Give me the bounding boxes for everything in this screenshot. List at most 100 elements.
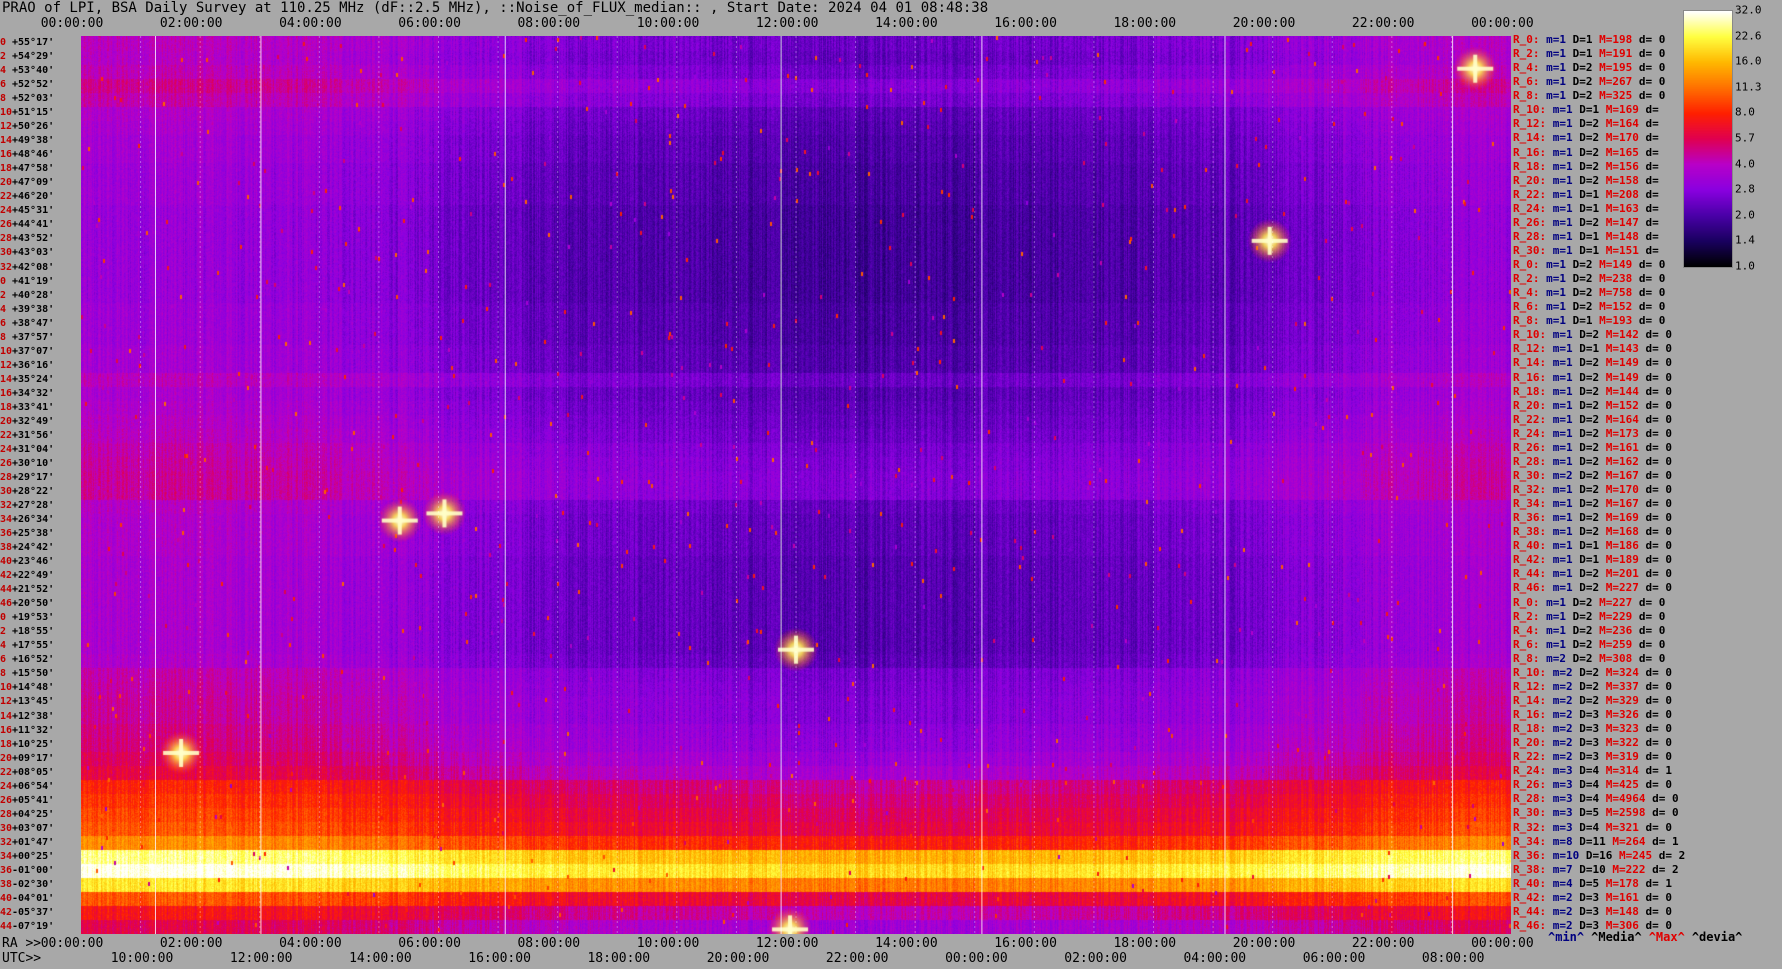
stat-dv: d= 0 (1645, 412, 1673, 426)
stat-m: m=1 (1546, 75, 1573, 89)
beam-index: 0 (0, 275, 7, 287)
declination-value: +12°38' (12, 710, 55, 722)
row-stat: R_32: m=1 D=2 M=170 d= 0 (1513, 483, 1672, 496)
stat-dv: d= 0 (1645, 398, 1673, 412)
declination-value: +11°32' (12, 724, 55, 736)
stat-dv: d= 0 (1638, 609, 1666, 623)
beam-index: 22 (0, 429, 13, 441)
stat-m: m=1 (1546, 47, 1573, 61)
stat-m: m=1 (1552, 187, 1580, 201)
row-stat: R_4: m=1 D=2 M=195 d= 0 (1513, 61, 1665, 74)
stat-M: M=170 (1605, 131, 1646, 145)
ra-axis-tick: 08:00:00 (517, 936, 581, 951)
stat-dv: d= 0 (1645, 553, 1673, 567)
beam-index: 14 (0, 373, 13, 385)
stat-M: M=156 (1605, 159, 1646, 173)
stat-r: R_4: (1513, 623, 1547, 637)
row-stat: R_30: m=1 D=1 M=151 d= (1513, 244, 1659, 257)
stat-dv: d= (1645, 243, 1659, 257)
declination-value: +19°53' (12, 612, 55, 624)
declination-label: 6 +38°47' (0, 317, 81, 331)
stat-m: m=2 (1546, 651, 1573, 665)
stat-r: R_16: (1513, 708, 1553, 721)
stat-d: D=3 (1579, 736, 1606, 750)
stat-r: R_44: (1513, 904, 1553, 918)
stat-m: m=7 (1552, 862, 1580, 876)
declination-value: -05°37' (12, 906, 55, 918)
declination-label: 28+29°17' (0, 471, 81, 485)
row-stat: R_22: m=1 D=2 M=164 d= 0 (1513, 413, 1672, 426)
beam-index: 4 (0, 65, 7, 77)
stat-d: D=3 (1579, 890, 1606, 904)
stat-M: M=149 (1605, 370, 1646, 384)
stat-dv: d= 0 (1645, 356, 1673, 370)
stat-d: D=1 (1572, 314, 1600, 328)
stat-dv: d= 0 (1645, 483, 1673, 496)
row-stat: R_16: m=1 D=2 M=165 d= (1513, 146, 1659, 159)
row-stat: R_8: m=2 D=2 M=308 d= 0 (1513, 652, 1665, 665)
stat-r: R_24: (1513, 426, 1553, 440)
beam-index: 40 (0, 556, 13, 568)
declination-label: 12+36°16' (0, 359, 81, 373)
declination-label: 30+43°03' (0, 246, 81, 260)
declination-label: 34+26°34' (0, 513, 81, 527)
stat-r: R_2: (1513, 609, 1547, 623)
stat-dv: d= 0 (1638, 47, 1666, 61)
stat-M: M=245 (1619, 848, 1659, 862)
stat-m: m=1 (1546, 637, 1573, 651)
declination-value: +41°19' (12, 275, 55, 287)
beam-index: 30 (0, 247, 13, 259)
beam-index: 28 (0, 808, 13, 820)
stat-r: R_24: (1513, 764, 1553, 778)
declination-value: -04°01' (12, 892, 55, 904)
beam-index: 6 (0, 317, 7, 329)
beam-index: 20 (0, 177, 13, 189)
utc-axis-tick: 18:00:00 (587, 951, 651, 966)
ra-axis-tick: 12:00:00 (755, 936, 819, 951)
declination-value: +55°17' (12, 37, 55, 48)
stat-r: R_18: (1513, 384, 1553, 398)
stat-d: D=2 (1579, 511, 1606, 525)
row-stat: R_20: m=1 D=2 M=152 d= 0 (1513, 399, 1672, 412)
stat-d: D=16 (1585, 848, 1619, 862)
stat-r: R_20: (1513, 173, 1553, 187)
stat-m: m=3 (1552, 764, 1580, 778)
beam-index: 18 (0, 401, 13, 413)
stat-M: M=264 (1612, 834, 1653, 848)
stat-M: M=170 (1605, 483, 1646, 496)
stat-dv: d= 0 (1645, 426, 1673, 440)
stat-M: M=167 (1605, 497, 1646, 511)
beam-index: 26 (0, 794, 13, 806)
row-stat: R_12: m=1 D=2 M=164 d= (1513, 117, 1659, 130)
stat-m: m=8 (1552, 834, 1580, 848)
stat-m: m=2 (1552, 890, 1580, 904)
stat-M: M=161 (1605, 440, 1646, 454)
stat-d: D=2 (1572, 595, 1600, 609)
stat-M: M=425 (1605, 778, 1646, 792)
declination-label: 10+14°48' (0, 681, 81, 695)
row-stat: R_6: m=1 D=2 M=152 d= 0 (1513, 300, 1665, 313)
stat-dv: d= 0 (1638, 314, 1666, 328)
stat-dv: d= 0 (1652, 792, 1679, 806)
stat-d: D=2 (1579, 426, 1606, 440)
declination-label: 36+25°38' (0, 527, 81, 541)
stat-r: R_28: (1513, 229, 1553, 243)
declination-value: +43°03' (12, 247, 55, 259)
stat-m: m=1 (1546, 623, 1573, 637)
stat-dv: d= 0 (1645, 708, 1673, 721)
declination-value: +43°52' (12, 233, 55, 245)
stat-r: R_16: (1513, 145, 1553, 159)
stat-dv: d= 0 (1638, 637, 1666, 651)
stat-M: M=178 (1605, 876, 1646, 890)
stat-m: m=1 (1552, 173, 1580, 187)
stat-M: M=238 (1599, 272, 1639, 286)
stat-m: m=1 (1552, 581, 1580, 595)
stat-dv: d= 0 (1645, 750, 1673, 764)
declination-value: +04°25' (12, 808, 55, 820)
stat-m: m=3 (1552, 806, 1580, 820)
heatmap-plot[interactable] (81, 36, 1511, 934)
declination-label: 20+09°17' (0, 752, 81, 766)
stat-r: R_42: (1513, 890, 1553, 904)
stat-d: D=3 (1579, 722, 1606, 736)
beam-index: 20 (0, 752, 13, 764)
